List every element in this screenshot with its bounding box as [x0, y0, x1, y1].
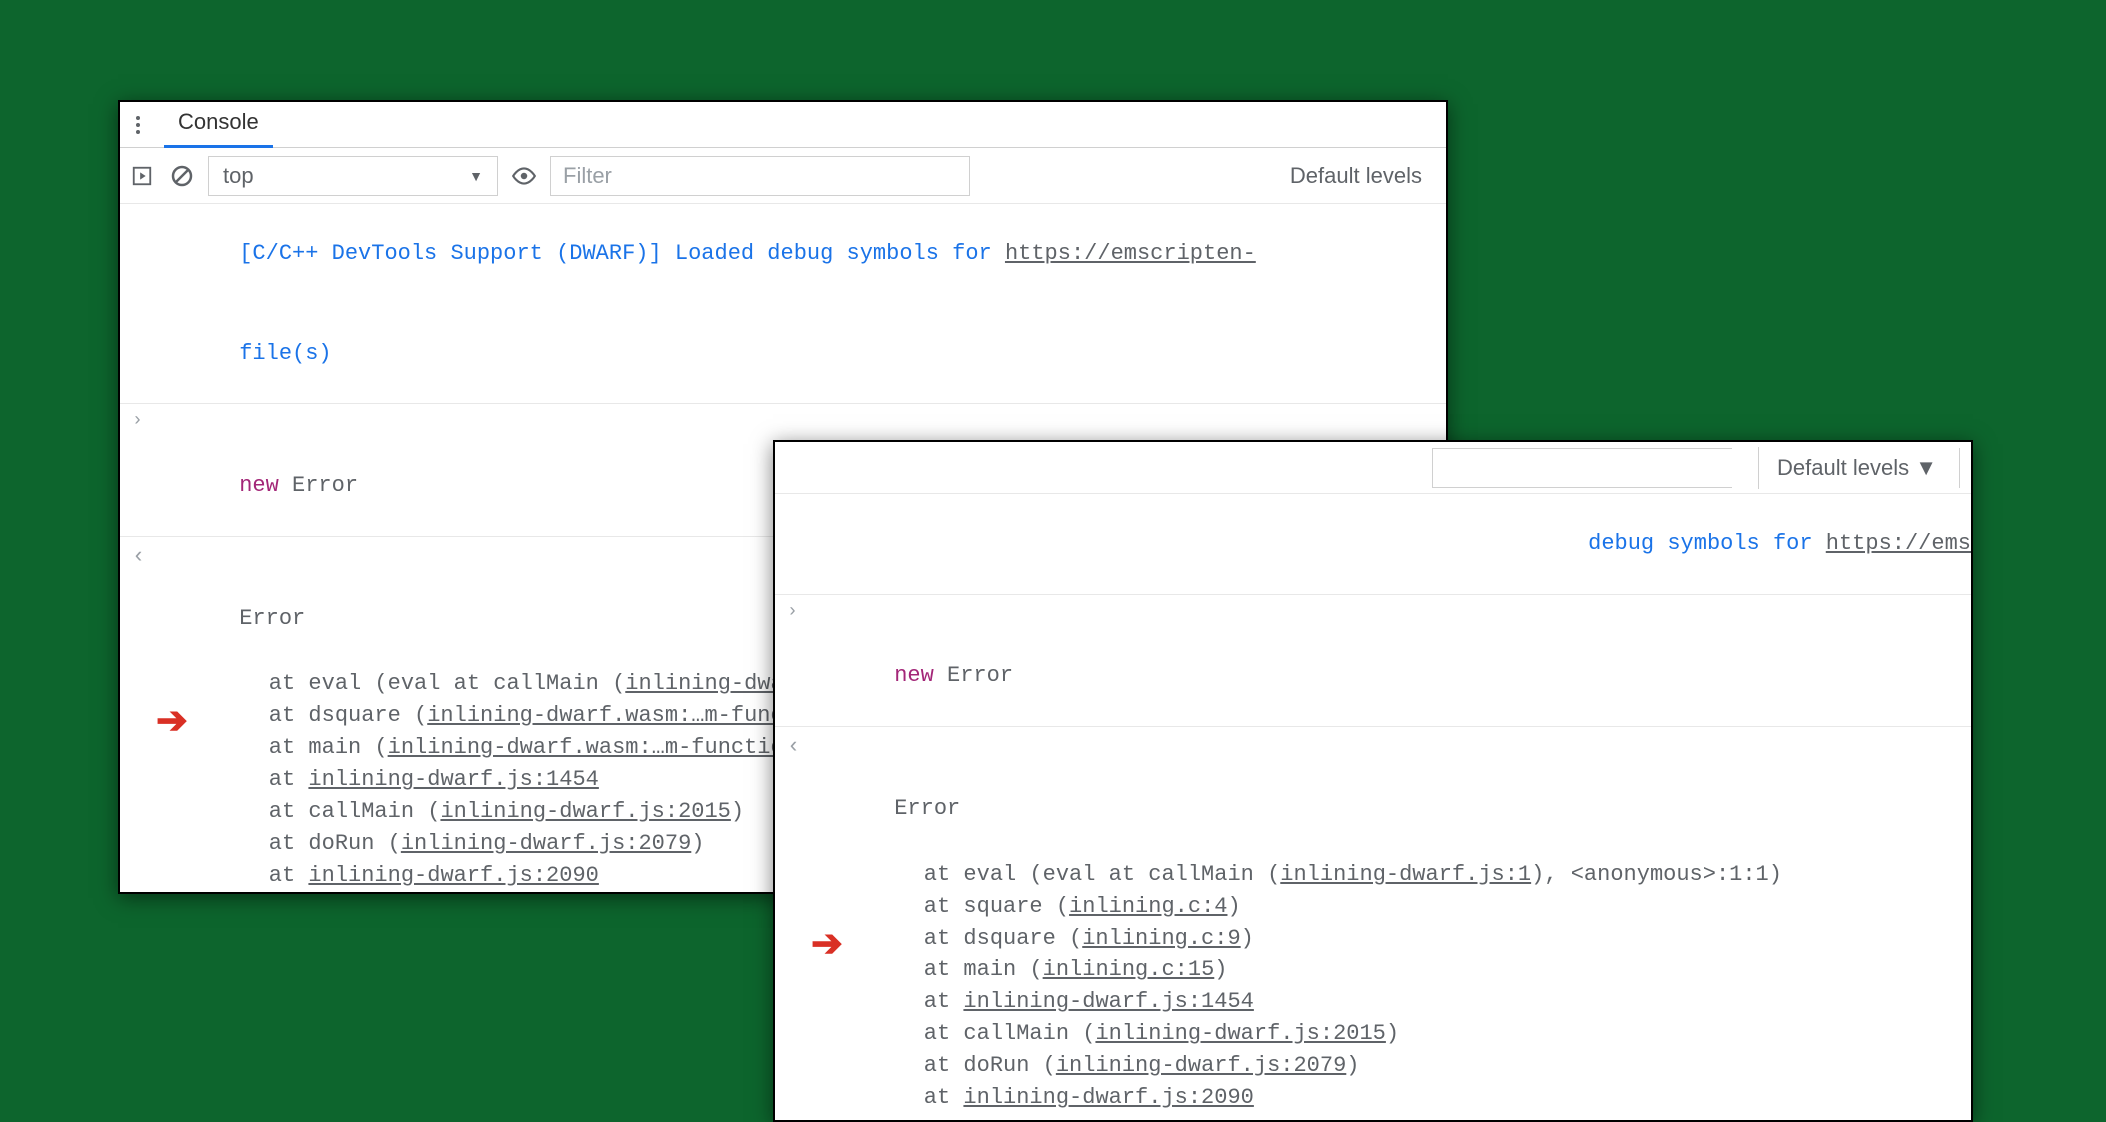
source-link[interactable]: inlining.c:9: [1082, 926, 1240, 951]
log-message-text-2: file(s): [239, 341, 331, 366]
stack-frame-text: at: [871, 1085, 963, 1110]
stack-frame-text: at doRun (: [871, 1053, 1056, 1078]
stack-frame-tail: ): [1227, 894, 1240, 919]
log-levels-selector[interactable]: Default levels: [1290, 163, 1438, 189]
log-levels-label: Default levels ▼: [1777, 455, 1937, 481]
source-link[interactable]: inlining-dwarf.js:2079: [401, 831, 691, 856]
source-link[interactable]: inlining-dwarf.js:2090: [963, 1085, 1253, 1110]
source-link[interactable]: inlining-dwarf.js:1454: [308, 767, 598, 792]
log-message-text: debug symbols for: [1588, 531, 1826, 556]
stack-frame-text: at eval (eval at callMain (: [871, 862, 1280, 887]
source-link[interactable]: inlining.c:4: [1069, 894, 1227, 919]
stack-frame-tail: ): [1214, 957, 1227, 982]
stack-frame: at square (inlining.c:4): [775, 891, 1971, 923]
log-info-line: [C/C++ DevTools Support (DWARF)] Loaded …: [120, 204, 1446, 304]
log-levels-label: Default levels: [1290, 163, 1422, 189]
stack-frame-tail: ): [1386, 1021, 1399, 1046]
log-output-line: Error: [775, 726, 1971, 859]
chevron-down-icon: ▼: [469, 168, 483, 184]
context-selector[interactable]: top ▼: [208, 156, 498, 196]
stack-frame-text: at dsquare (: [216, 703, 427, 728]
stack-frame-tail: ): [691, 831, 704, 856]
execution-play-icon[interactable]: [128, 162, 156, 190]
source-link[interactable]: inlining-dwarf.js:2015: [1095, 1021, 1385, 1046]
symbols-url-link[interactable]: https://ems: [1826, 531, 1971, 556]
console-toolbar: top ▼ Default levels: [120, 148, 1446, 204]
source-link[interactable]: inlining-dwarf.js:1: [1280, 862, 1531, 887]
stack-frame: at inlining-dwarf.js:2090: [775, 1082, 1971, 1114]
context-selector-value: top: [223, 163, 254, 189]
stack-frame-tail: ): [1241, 926, 1254, 951]
filter-input[interactable]: [550, 156, 970, 196]
stack-frame-tail: ): [1346, 1053, 1359, 1078]
devtools-panel-after: Default levels ▼ debug symbols for https…: [773, 440, 1973, 1122]
stack-frame: at main (inlining.c:15): [775, 954, 1971, 986]
source-link[interactable]: inlining-dwarf.js:2079: [1056, 1053, 1346, 1078]
stack-frame: at eval (eval at callMain (inlining-dwar…: [775, 859, 1971, 891]
error-head: Error: [894, 796, 960, 821]
keyword-new: new: [894, 663, 934, 688]
stack-frame-tail: ): [731, 799, 744, 824]
stack-frame-text: at dsquare (: [871, 926, 1082, 951]
stack-frame-text: at callMain (: [871, 1021, 1095, 1046]
stack-frame: at inlining-dwarf.js:1454: [775, 986, 1971, 1018]
stack-frame-text: at: [871, 989, 963, 1014]
stack-frame-text: at main (: [216, 735, 388, 760]
output-caret-icon[interactable]: [787, 731, 800, 763]
console-log-area: debug symbols for https://ems › new Erro…: [775, 494, 1971, 1120]
console-toolbar-partial: Default levels ▼: [775, 442, 1971, 494]
log-info-line-2: file(s): [120, 304, 1446, 404]
tab-console[interactable]: Console: [164, 101, 273, 148]
expand-caret-icon[interactable]: ›: [787, 599, 798, 625]
stack-frame-tail: ), <anonymous>:1:1): [1531, 862, 1782, 887]
log-info-line: debug symbols for https://ems: [775, 494, 1971, 594]
tab-strip: Console: [120, 102, 1446, 148]
stack-frame-text: at doRun (: [216, 831, 401, 856]
error-word: Error: [934, 663, 1013, 688]
stack-frame-text: at callMain (: [216, 799, 440, 824]
stack-frame: at callMain (inlining-dwarf.js:2015): [775, 1018, 1971, 1050]
clear-console-icon[interactable]: [168, 162, 196, 190]
stack-frame-text: at eval (eval at callMain (: [216, 671, 625, 696]
stack-frame-text: at square (: [871, 894, 1069, 919]
log-input-line: › new Error: [775, 594, 1971, 727]
error-word: Error: [279, 473, 358, 498]
error-head: Error: [239, 606, 305, 631]
source-link[interactable]: inlining-dwarf.js:2015: [440, 799, 730, 824]
stack-frame: at doRun (inlining-dwarf.js:2079): [775, 1050, 1971, 1082]
output-caret-icon[interactable]: [132, 541, 145, 573]
log-message-text: [C/C++ DevTools Support (DWARF)] Loaded …: [239, 241, 1005, 266]
live-expression-icon[interactable]: [510, 162, 538, 190]
filter-input[interactable]: [1432, 448, 1732, 488]
stack-frame-text: at: [216, 767, 308, 792]
stack-frame: ➔ at dsquare (inlining.c:9): [775, 923, 1971, 955]
stack-frame-text: at: [216, 863, 308, 888]
expand-caret-icon[interactable]: ›: [132, 408, 143, 434]
symbols-url-link[interactable]: https://emscripten-: [1005, 241, 1256, 266]
source-link[interactable]: inlining.c:15: [1043, 957, 1215, 982]
source-link[interactable]: inlining-dwarf.js:1454: [963, 989, 1253, 1014]
log-levels-selector[interactable]: Default levels ▼: [1758, 447, 1947, 489]
stack-frame-text: at main (: [871, 957, 1043, 982]
toolbar-divider: [1959, 448, 1967, 488]
source-link[interactable]: inlining-dwarf.js:2090: [308, 863, 598, 888]
keyword-new: new: [239, 473, 279, 498]
kebab-menu-icon[interactable]: [126, 113, 150, 137]
